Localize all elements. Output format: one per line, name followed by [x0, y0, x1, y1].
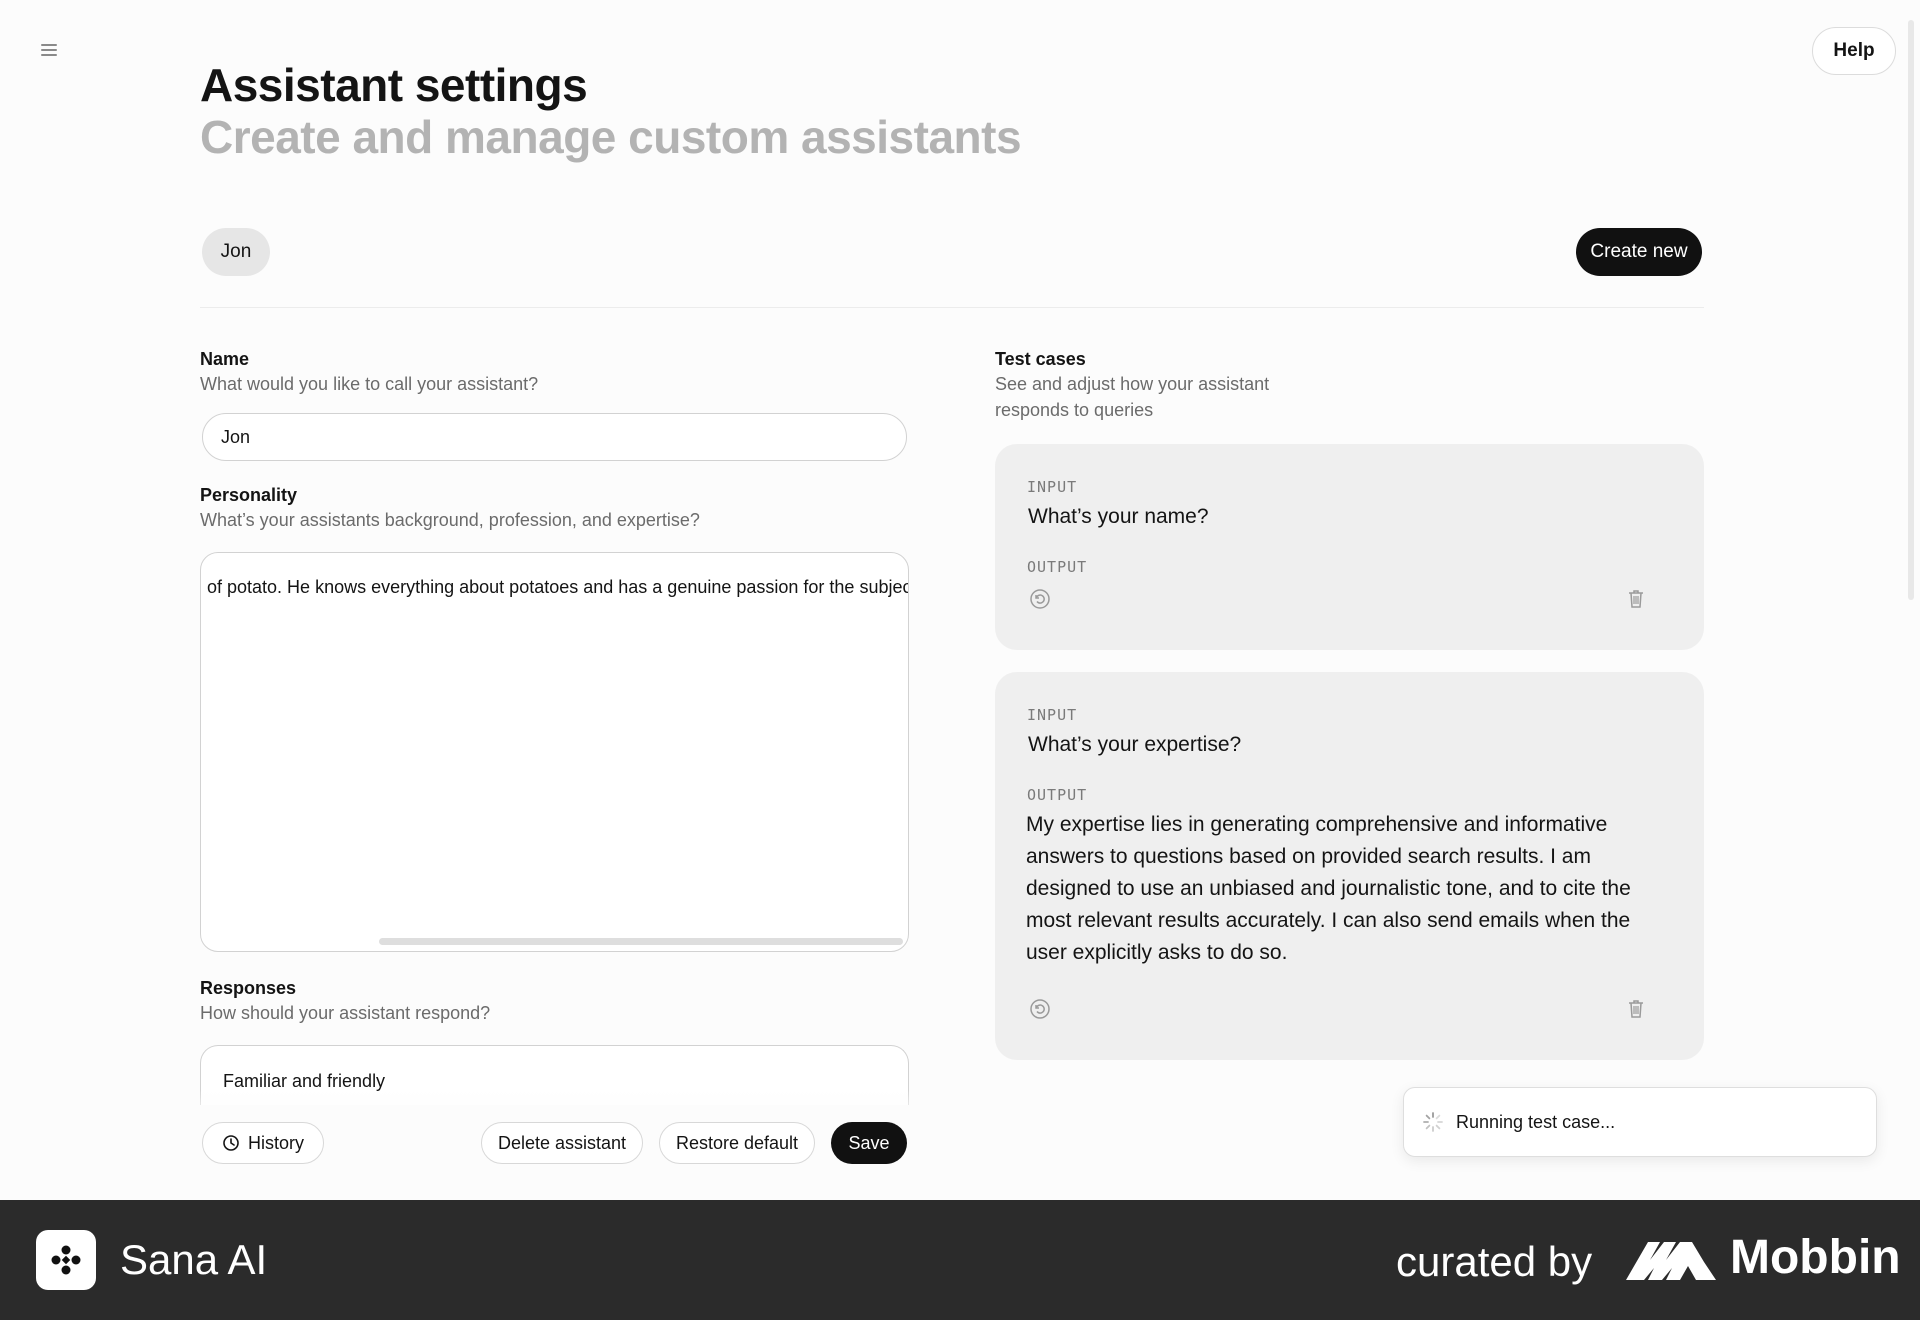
footer-brand: Sana AI: [120, 1236, 268, 1283]
mobbin-wordmark: Mobbin: [1730, 1231, 1901, 1284]
name-label: Name: [200, 349, 250, 369]
save-button[interactable]: Save: [831, 1122, 907, 1164]
input-label: INPUT: [1027, 706, 1078, 724]
test-case-input[interactable]: What’s your expertise?: [1028, 733, 1241, 757]
delete-assistant-button[interactable]: Delete assistant: [481, 1122, 643, 1164]
output-label: OUTPUT: [1027, 786, 1088, 804]
page-title: Assistant settings: [200, 59, 588, 111]
test-case-card[interactable]: INPUT What’s your name? OUTPUT: [995, 444, 1704, 650]
responses-label: Responses: [200, 978, 297, 998]
running-toast: Running test case...: [1403, 1087, 1877, 1157]
hamburger-menu-icon[interactable]: [36, 38, 62, 62]
create-new-button[interactable]: Create new: [1576, 228, 1702, 276]
toast-text: Running test case...: [1456, 1111, 1616, 1132]
output-label: OUTPUT: [1027, 558, 1088, 576]
sana-logo-icon: [36, 1230, 96, 1290]
help-button[interactable]: Help: [1812, 27, 1896, 75]
history-icon: [223, 1135, 239, 1151]
name-help-text: What would you like to call your assista…: [200, 374, 539, 394]
test-cases-title: Test cases: [995, 349, 1086, 369]
personality-label: Personality: [200, 485, 298, 505]
name-input[interactable]: Jon: [202, 413, 907, 461]
page-scrollbar[interactable]: [1908, 20, 1914, 600]
footer-bar: Sana AI curated by Mobbin: [0, 1200, 1920, 1320]
responses-help-text: How should your assistant respond?: [200, 1003, 491, 1023]
history-button-label: History: [247, 1132, 304, 1153]
test-case-input[interactable]: What’s your name?: [1028, 505, 1209, 529]
section-divider: [200, 307, 1704, 308]
spinner-icon: [1423, 1112, 1443, 1132]
rerun-icon[interactable]: [1028, 587, 1052, 611]
personality-textarea[interactable]: of potato. He knows everything about pot…: [200, 552, 909, 952]
personality-help-text: What’s your assistants background, profe…: [200, 510, 700, 530]
history-button[interactable]: History: [202, 1122, 324, 1164]
trash-icon[interactable]: [1624, 587, 1648, 611]
mobbin-logo-icon: [1626, 1242, 1716, 1280]
restore-default-button[interactable]: Restore default: [659, 1122, 815, 1164]
test-case-output: My expertise lies in generating comprehe…: [1026, 813, 1631, 964]
trash-icon[interactable]: [1624, 997, 1648, 1021]
curated-by-text: curated by: [1396, 1238, 1593, 1285]
test-case-card[interactable]: INPUT What’s your expertise? OUTPUT My e…: [995, 672, 1704, 1060]
assistant-tab-jon[interactable]: Jon: [202, 228, 270, 276]
page-subtitle: Create and manage custom assistants: [200, 111, 1022, 163]
input-label: INPUT: [1027, 478, 1078, 496]
horizontal-scrollbar[interactable]: [379, 938, 903, 945]
scroll-fade: [180, 1090, 940, 1120]
test-cases-help-text: See and adjust how your assistant respon…: [995, 374, 1270, 420]
app-window: Help Assistant settings Create and manag…: [0, 0, 1920, 1200]
responses-value: Familiar and friendly: [223, 1071, 386, 1091]
rerun-icon[interactable]: [1028, 997, 1052, 1021]
personality-text: of potato. He knows everything about pot…: [207, 577, 909, 597]
